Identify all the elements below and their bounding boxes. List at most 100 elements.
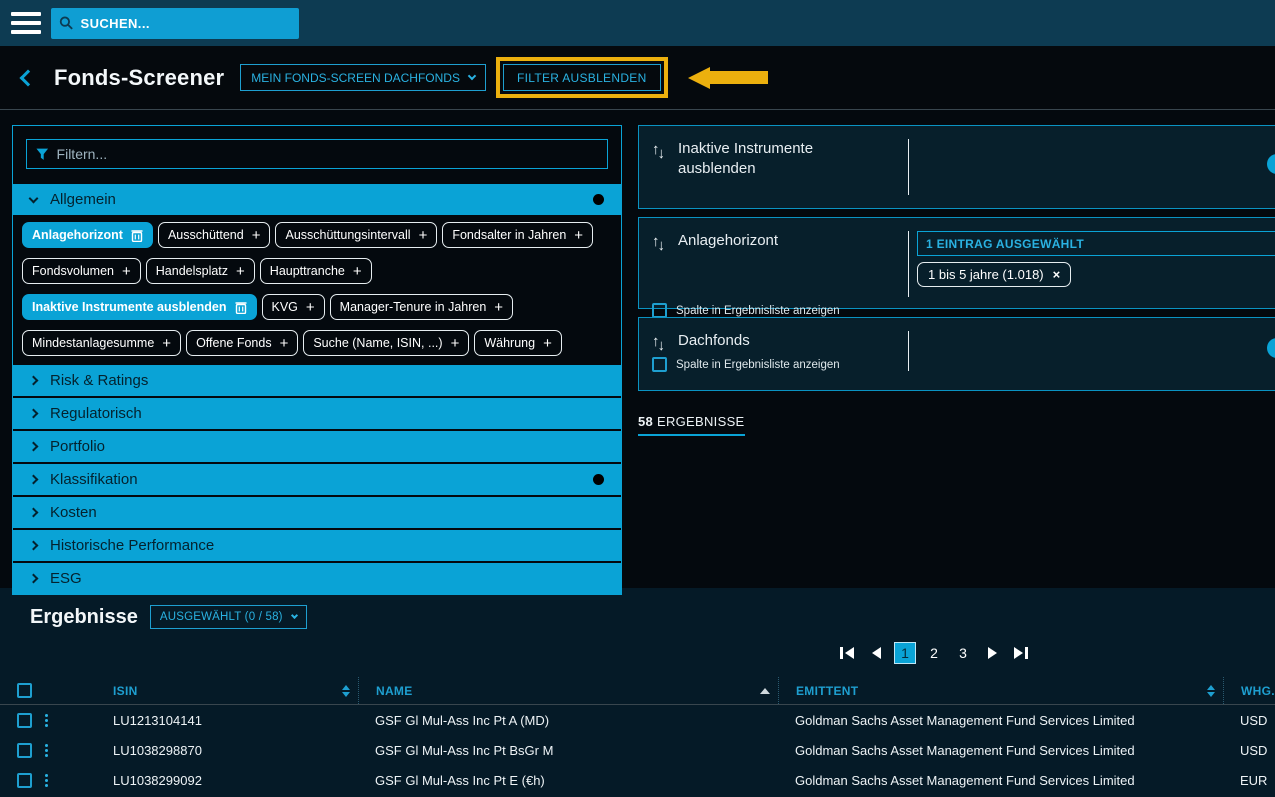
select-all-checkbox[interactable] [17, 683, 32, 698]
content-area: Allgemein Anlagehorizont + [0, 110, 1275, 588]
page-number-button[interactable]: 1 [894, 642, 916, 664]
filter-chip[interactable]: Ausschüttungsintervall + [275, 222, 437, 248]
checkbox-label: Spalte in Ergebnisliste anzeigen [676, 359, 840, 371]
accordion-section[interactable]: Regulatorisch [13, 398, 621, 429]
back-chevron-icon[interactable] [20, 69, 37, 86]
filter-chip[interactable]: Anlagehorizont + [22, 222, 153, 248]
section-allgemein[interactable]: Allgemein [13, 184, 621, 215]
next-page-button[interactable] [981, 642, 1003, 664]
chevron-right-icon [29, 475, 39, 485]
cell-isin: LU1038298870 [96, 743, 358, 758]
filter-chip[interactable]: Ausschüttend + [158, 222, 271, 248]
search-input[interactable] [81, 16, 291, 31]
column-header-emittent[interactable]: EMITTENT [778, 677, 1223, 704]
accordion-section[interactable]: Klassifikation [13, 464, 621, 495]
plus-icon: + [543, 336, 552, 351]
row-checkbox[interactable] [17, 713, 32, 728]
filter-chip[interactable]: Manager-Tenure in Jahren + [330, 294, 513, 320]
pagination: 1 2 3 [0, 641, 1275, 665]
checkbox-label: Spalte in Ergebnisliste anzeigen [676, 305, 840, 317]
column-header-name[interactable]: NAME [358, 677, 778, 704]
page-number-button[interactable]: 2 [923, 642, 945, 664]
menu-icon[interactable] [11, 12, 41, 34]
reorder-icon[interactable]: ↑↓ [652, 141, 678, 162]
funnel-icon [36, 148, 49, 161]
divider [908, 231, 909, 297]
filter-search-field[interactable] [26, 139, 608, 169]
table-row[interactable]: LU1213104141 GSF Gl Mul-Ass Inc Pt A (MD… [0, 705, 1275, 735]
cell-whg: EUR [1223, 773, 1275, 788]
filter-chip[interactable]: Handelsplatz + [146, 258, 255, 284]
accordion-section[interactable]: Kosten [13, 497, 621, 528]
reorder-icon[interactable]: ↑↓ [652, 233, 678, 254]
show-column-checkbox[interactable] [652, 357, 667, 372]
filter-search-input[interactable] [57, 146, 598, 162]
row-menu-icon[interactable] [45, 744, 48, 757]
row-checkbox[interactable] [17, 743, 32, 758]
accordion-section[interactable]: Historische Performance [13, 530, 621, 561]
top-bar [0, 0, 1275, 46]
cell-emittent: Goldman Sachs Asset Management Fund Serv… [778, 743, 1223, 758]
filter-chip[interactable]: Haupttranche + [260, 258, 372, 284]
filter-chip[interactable]: Währung + [474, 330, 562, 356]
row-checkbox[interactable] [17, 773, 32, 788]
card-inaktive-instrumente: ↑↓ Inaktive Instrumente ausblenden [638, 125, 1275, 209]
plus-icon: + [419, 228, 428, 243]
sort-icon [342, 685, 350, 697]
column-header-whg[interactable]: WHG. [1223, 677, 1275, 704]
plus-icon: + [122, 264, 131, 279]
show-column-checkbox[interactable] [652, 303, 667, 318]
cell-emittent: Goldman Sachs Asset Management Fund Serv… [778, 773, 1223, 788]
divider [908, 139, 909, 195]
filter-chip[interactable]: Fondsvolumen + [22, 258, 141, 284]
remove-selection-icon[interactable]: × [1053, 267, 1061, 282]
filter-chip[interactable]: KVG + [262, 294, 325, 320]
accordion-section[interactable]: Risk & Ratings [13, 365, 621, 396]
cell-name: GSF Gl Mul-Ass Inc Pt A (MD) [358, 713, 778, 728]
page-number-button[interactable]: 3 [952, 642, 974, 664]
reorder-icon[interactable]: ↑↓ [652, 333, 678, 354]
row-menu-icon[interactable] [45, 774, 48, 787]
results-section: Ergebnisse AUSGEWÄHLT (0 / 58) 1 2 3 ISI… [0, 588, 1275, 797]
chevron-down-icon [468, 72, 476, 80]
plus-icon: + [574, 228, 583, 243]
plus-icon: + [494, 300, 503, 315]
global-search[interactable] [51, 8, 299, 39]
chevron-right-icon [29, 376, 39, 386]
table-header: ISIN NAME EMITTENT WHG. [0, 677, 1275, 705]
plus-icon: + [252, 228, 261, 243]
filter-chip[interactable]: Fondsalter in Jahren + [442, 222, 593, 248]
active-filters-column: ↑↓ Inaktive Instrumente ausblenden ↑↓ An… [638, 125, 1275, 588]
first-page-button[interactable] [836, 642, 858, 664]
card-anlagehorizont: ↑↓ Anlagehorizont 1 EINTRAG AUSGEWÄHLT 1… [638, 217, 1275, 309]
selected-dropdown[interactable]: AUSGEWÄHLT (0 / 58) [150, 605, 307, 629]
search-icon [59, 15, 74, 31]
filter-toggle-button[interactable]: FILTER AUSBLENDEN [503, 64, 661, 91]
card-title: Dachfonds [678, 331, 876, 351]
filter-chip[interactable]: Mindestanlagesumme + [22, 330, 181, 356]
chevron-right-icon [29, 574, 39, 584]
cell-whg: USD [1223, 713, 1275, 728]
selected-entries-field[interactable]: 1 EINTRAG AUSGEWÄHLT [917, 231, 1275, 256]
accordion-section[interactable]: ESG [13, 563, 621, 594]
prev-page-button[interactable] [865, 642, 887, 664]
plus-icon: + [280, 336, 289, 351]
accordion-section[interactable]: Portfolio [13, 431, 621, 462]
table-row[interactable]: LU1038299092 GSF Gl Mul-Ass Inc Pt E (€h… [0, 765, 1275, 795]
filter-chip[interactable]: Inaktive Instrumente ausblenden + [22, 294, 257, 320]
selection-chip[interactable]: 1 bis 5 jahre (1.018) × [917, 262, 1071, 287]
active-filter-dot [593, 474, 604, 485]
cell-name: GSF Gl Mul-Ass Inc Pt E (€h) [358, 773, 778, 788]
column-header-isin[interactable]: ISIN [96, 677, 358, 704]
filter-chip[interactable]: Suche (Name, ISIN, ...) + [303, 330, 469, 356]
filter-chips: Anlagehorizont + Ausschüttend + [13, 215, 621, 365]
results-count-link[interactable]: 58 ERGEBNISSE [638, 414, 745, 436]
table-row[interactable]: LU1038298870 GSF Gl Mul-Ass Inc Pt BsGr … [0, 735, 1275, 765]
row-menu-icon[interactable] [45, 714, 48, 727]
page-title: Fonds-Screener [54, 65, 224, 91]
last-page-button[interactable] [1010, 642, 1032, 664]
screen-select-dropdown[interactable]: MEIN FONDS-SCREEN DACHFONDS [240, 64, 486, 91]
filter-chip[interactable]: Offene Fonds + [186, 330, 298, 356]
plus-icon: + [236, 264, 245, 279]
cell-whg: USD [1223, 743, 1275, 758]
